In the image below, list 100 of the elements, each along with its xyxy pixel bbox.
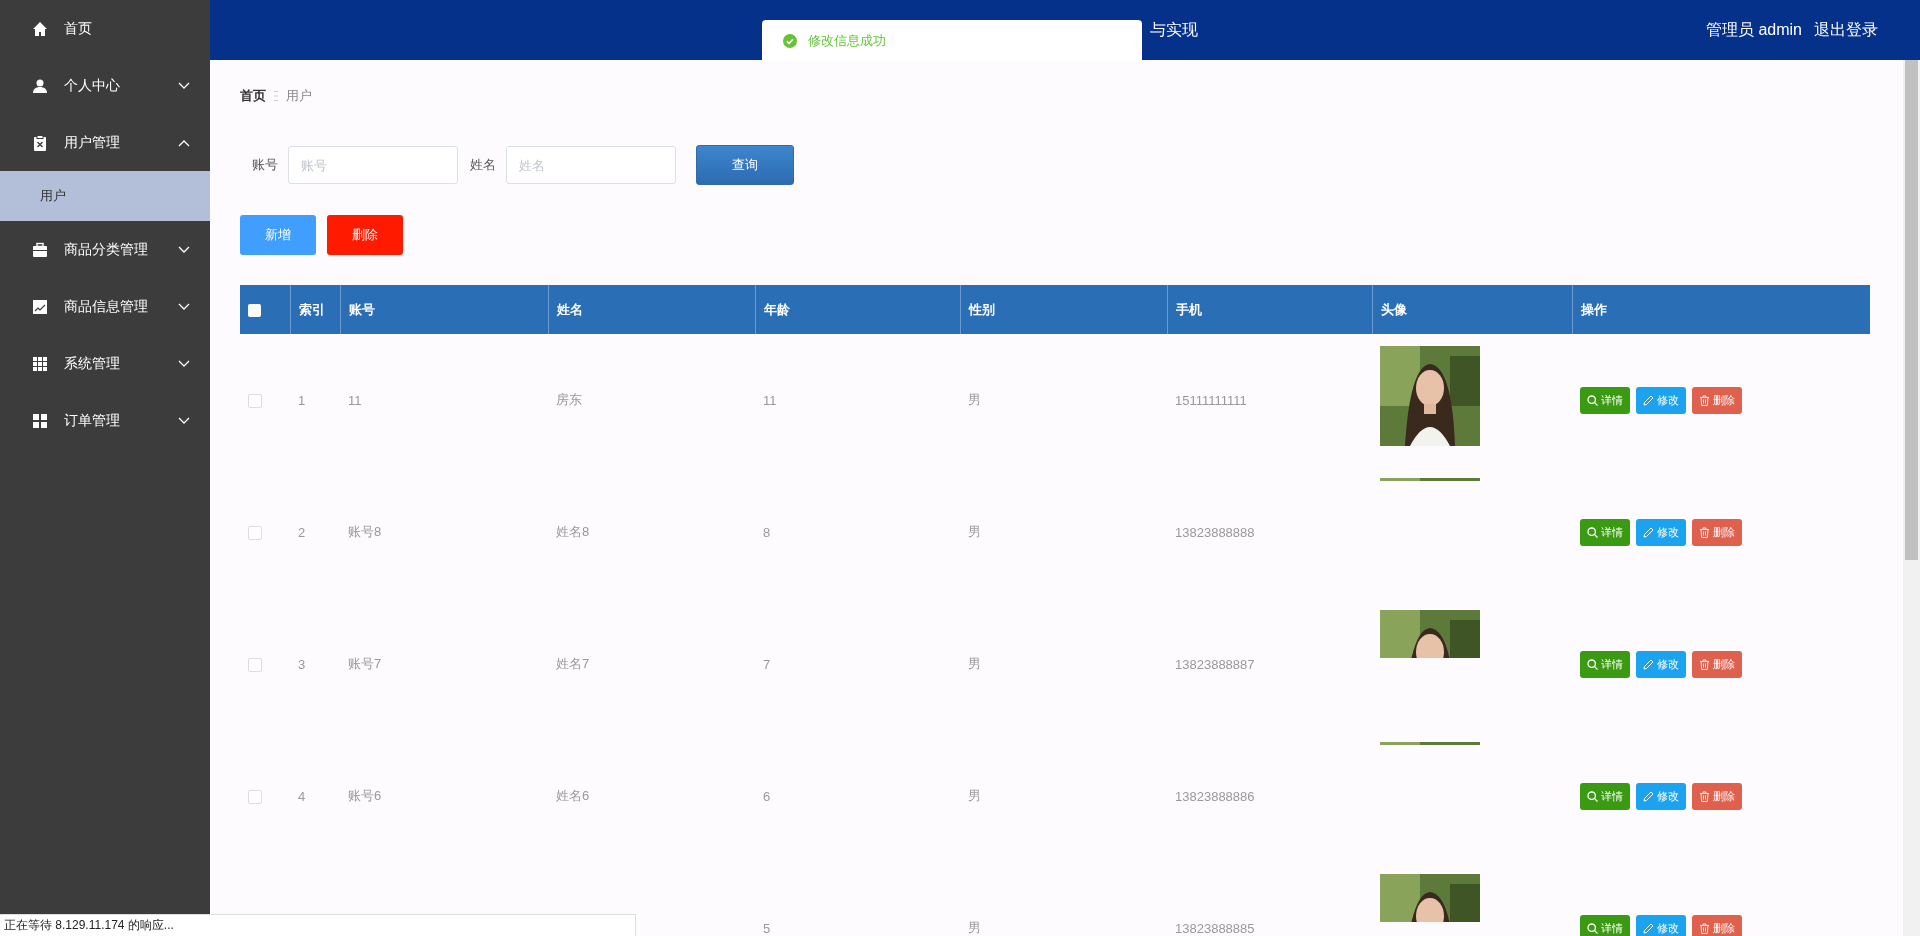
detail-button[interactable]: 详情 xyxy=(1580,650,1630,678)
table-cell: 4 xyxy=(298,788,306,804)
table-cell: 男 xyxy=(968,788,981,803)
column-header: 头像 xyxy=(1372,285,1572,334)
sidebar-item[interactable]: 订单管理 xyxy=(0,392,210,449)
edit-button[interactable]: 修改 xyxy=(1636,518,1686,546)
table-cell: 7 xyxy=(763,656,771,672)
pencil-icon xyxy=(1643,790,1654,802)
search-icon xyxy=(1587,526,1598,538)
table-cell: 账号7 xyxy=(348,656,382,671)
add-button[interactable]: 新增 xyxy=(240,215,316,255)
clipboard-icon xyxy=(32,134,48,151)
field-label: 账号 xyxy=(252,156,278,174)
detail-button[interactable]: 详情 xyxy=(1580,782,1630,810)
table-cell: 男 xyxy=(968,656,981,671)
row-checkbox[interactable] xyxy=(248,525,262,540)
table-cell: 13823888886 xyxy=(1175,788,1255,804)
select-all-checkbox[interactable] xyxy=(248,304,261,318)
trash-icon xyxy=(1699,394,1710,406)
table-cell: 3 xyxy=(298,656,306,672)
row-checkbox[interactable] xyxy=(248,393,262,408)
table-cell: 11 xyxy=(763,392,777,408)
home-icon xyxy=(32,20,48,37)
briefcase-icon xyxy=(32,241,48,258)
detail-button[interactable]: 详情 xyxy=(1580,518,1630,546)
table-cell: 2 xyxy=(298,524,306,540)
breadcrumb-item[interactable]: 首页 xyxy=(240,87,266,105)
table-cell: 男 xyxy=(968,524,981,539)
sidebar-item[interactable]: 首页 xyxy=(0,0,210,57)
grid-icon xyxy=(32,412,48,429)
app-title: 与实现 xyxy=(1150,19,1198,40)
table-cell: 房东 xyxy=(556,392,582,407)
logout-link[interactable]: 退出登录 xyxy=(1814,19,1878,41)
search-icon xyxy=(1587,922,1598,934)
table-cell: 13823888887 xyxy=(1175,656,1255,672)
detail-button[interactable]: 详情 xyxy=(1580,386,1630,414)
delete-button[interactable]: 删除 xyxy=(1692,914,1742,936)
delete-button[interactable]: 删除 xyxy=(1692,782,1742,810)
column-header: 年龄 xyxy=(755,285,960,334)
row-checkbox[interactable] xyxy=(248,657,262,672)
table-cell: 男 xyxy=(968,392,981,407)
edit-button[interactable]: 修改 xyxy=(1636,650,1686,678)
edit-button[interactable]: 修改 xyxy=(1636,914,1686,936)
search-icon xyxy=(1587,394,1598,406)
sidebar-item[interactable]: 个人中心 xyxy=(0,57,210,114)
column-header: 索引 xyxy=(290,285,340,334)
field-label: 姓名 xyxy=(470,156,496,174)
table-cell: 13823888888 xyxy=(1175,524,1255,540)
table-cell: 姓名6 xyxy=(556,788,590,803)
sidebar-item[interactable]: 商品信息管理 xyxy=(0,278,210,335)
trash-icon xyxy=(1699,790,1710,802)
trash-icon xyxy=(1699,922,1710,934)
trash-icon xyxy=(1699,526,1710,538)
column-header: 手机 xyxy=(1167,285,1372,334)
table-cell: 账号6 xyxy=(348,788,382,803)
table-cell: 姓名8 xyxy=(556,524,590,539)
sidebar-item[interactable]: 系统管理 xyxy=(0,335,210,392)
grid-icon xyxy=(32,355,48,372)
table-cell: 13823888885 xyxy=(1175,920,1255,936)
status-text: 正在等待 8.129.11.174 的响应... xyxy=(4,917,174,934)
user-icon xyxy=(32,77,48,94)
table-cell: 姓名7 xyxy=(556,656,590,671)
column-header: 操作 xyxy=(1572,285,1870,334)
edit-button[interactable]: 修改 xyxy=(1636,782,1686,810)
check-circle-icon xyxy=(783,34,797,48)
sidebar-item[interactable]: 用户管理 xyxy=(0,114,210,171)
edit-button[interactable]: 修改 xyxy=(1636,386,1686,414)
toast-message: 修改信息成功 xyxy=(762,20,1142,62)
user-label: 管理员 admin xyxy=(1705,19,1802,40)
sidebar-subitem[interactable]: 用户 xyxy=(0,171,210,221)
pencil-icon xyxy=(1643,394,1654,406)
row-checkbox[interactable] xyxy=(248,789,262,804)
detail-button[interactable]: 详情 xyxy=(1580,914,1630,936)
table-cell: 5 xyxy=(763,920,771,936)
table-cell: 8 xyxy=(763,524,771,540)
table-cell: 男 xyxy=(968,920,981,935)
delete-button[interactable]: 删除 xyxy=(1692,386,1742,414)
delete-button[interactable]: 删除 xyxy=(327,215,403,255)
delete-button[interactable]: 删除 xyxy=(1692,518,1742,546)
scrollbar[interactable] xyxy=(1903,60,1920,936)
search-button[interactable]: 查询 xyxy=(696,145,794,185)
search-field[interactable]: 账号 xyxy=(288,146,458,184)
table-cell: 15111111111 xyxy=(1175,392,1247,408)
table-cell: 6 xyxy=(763,788,771,804)
column-header: 姓名 xyxy=(548,285,755,334)
pencil-icon xyxy=(1643,526,1654,538)
sidebar-item[interactable]: 商品分类管理 xyxy=(0,221,210,278)
chart-icon xyxy=(32,298,48,315)
search-field[interactable]: 姓名 xyxy=(506,146,676,184)
search-icon xyxy=(1587,658,1598,670)
column-header: 性别 xyxy=(960,285,1167,334)
table-cell: 1 xyxy=(298,392,306,408)
trash-icon xyxy=(1699,658,1710,670)
pencil-icon xyxy=(1643,922,1654,934)
delete-button[interactable]: 删除 xyxy=(1692,650,1742,678)
pencil-icon xyxy=(1643,658,1654,670)
breadcrumb-item: 用户 xyxy=(286,87,312,105)
search-icon xyxy=(1587,790,1598,802)
table-cell: 账号8 xyxy=(348,524,382,539)
table-cell: 11 xyxy=(348,392,362,408)
